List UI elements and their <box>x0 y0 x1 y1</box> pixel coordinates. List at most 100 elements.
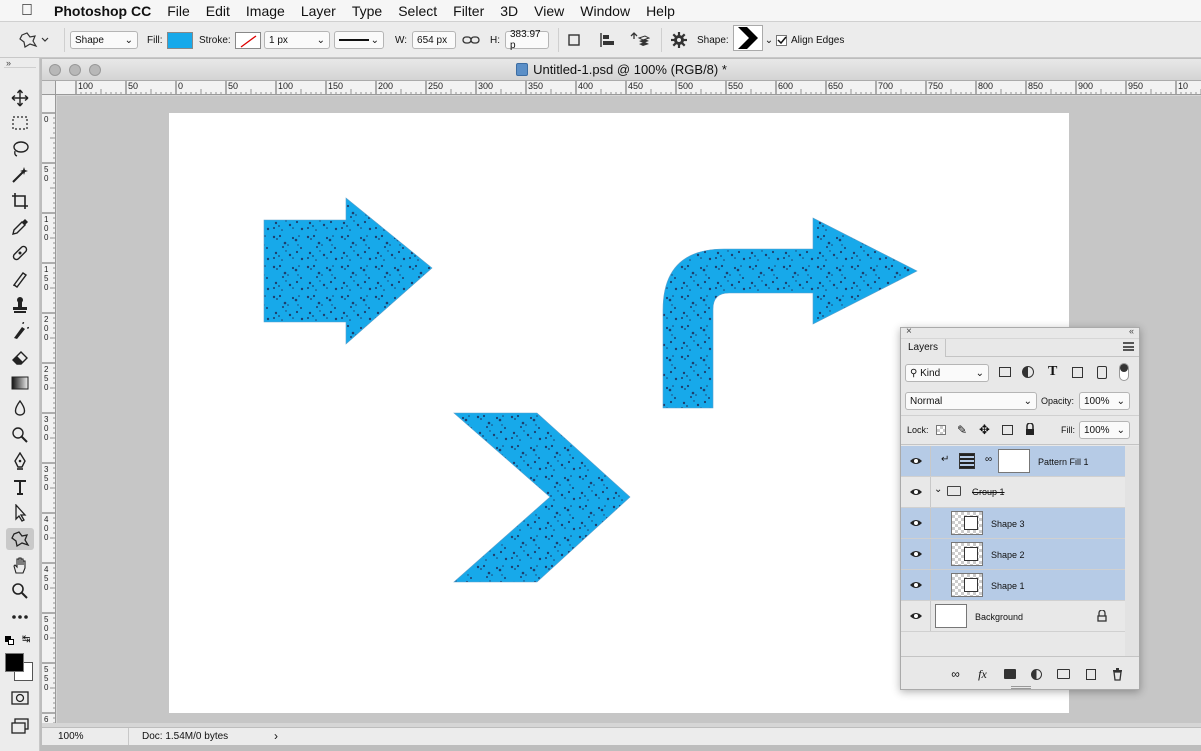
disclosure-triangle-icon[interactable]: ⌄ <box>934 484 942 495</box>
link-icon[interactable] <box>462 30 480 50</box>
turn-arrow-shape[interactable] <box>662 217 918 409</box>
quick-mask-button[interactable] <box>6 687 34 709</box>
menu-layer[interactable]: Layer <box>293 3 344 19</box>
eyedropper-tool[interactable] <box>6 216 34 238</box>
path-arrangement-icon[interactable] <box>630 30 650 50</box>
lock-transparent-pixels-icon[interactable] <box>936 425 946 435</box>
healing-brush-tool[interactable] <box>6 242 34 264</box>
eye-icon[interactable] <box>909 518 923 528</box>
clone-stamp-tool[interactable] <box>6 294 34 316</box>
status-menu-arrow-icon[interactable]: › <box>274 729 278 743</box>
new-layer-button[interactable] <box>1077 664 1104 684</box>
marquee-tool[interactable] <box>6 112 34 134</box>
delete-layer-button[interactable] <box>1104 664 1131 684</box>
apple-icon[interactable]:  <box>0 2 54 20</box>
crop-tool[interactable] <box>6 190 34 212</box>
tool-preset-picker[interactable] <box>18 30 50 50</box>
collapse-panel-icon[interactable]: « <box>1129 326 1134 336</box>
menu-help[interactable]: Help <box>638 3 683 19</box>
blend-mode-select[interactable]: Normal ⌄ <box>905 392 1037 410</box>
lock-position-icon[interactable]: ✥ <box>979 422 990 438</box>
panel-menu-icon[interactable] <box>1123 342 1134 351</box>
eye-icon[interactable] <box>909 611 923 621</box>
layer-row-pattern-fill[interactable]: ↵ ∞ Pattern Fill 1 <box>901 446 1125 477</box>
shape-filter-icon[interactable] <box>1072 367 1083 378</box>
menu-type[interactable]: Type <box>344 3 390 19</box>
gradient-tool[interactable] <box>6 372 34 394</box>
background-thumbnail[interactable] <box>935 604 967 628</box>
eye-icon[interactable] <box>909 487 923 497</box>
menu-window[interactable]: Window <box>572 3 638 19</box>
eye-icon[interactable] <box>909 456 923 466</box>
zoom-tool[interactable] <box>6 580 34 602</box>
default-colors-icon[interactable] <box>5 636 14 645</box>
resize-grip-icon[interactable] <box>1011 686 1031 689</box>
stroke-width-field[interactable]: 1 px ⌄ <box>264 31 330 49</box>
width-input[interactable]: 654 px <box>412 31 457 49</box>
path-selection-tool[interactable] <box>6 502 34 524</box>
horizontal-ruler[interactable]: 100 50 0 50 100 150 200 250 300 350 400 450 500 550 60… <box>56 81 1201 95</box>
type-filter-icon[interactable]: T <box>1048 364 1057 380</box>
eraser-tool[interactable] <box>6 346 34 368</box>
layer-row-shape-1[interactable]: Shape 1 <box>901 570 1125 601</box>
path-alignment-icon[interactable] <box>598 30 616 50</box>
height-input[interactable]: 383.97 p <box>505 29 549 51</box>
layer-row-group[interactable]: ⌄ Group 1 <box>901 477 1125 508</box>
blur-tool[interactable] <box>6 398 34 420</box>
eye-icon[interactable] <box>909 580 923 590</box>
move-tool[interactable] <box>6 87 34 109</box>
history-brush-tool[interactable] <box>6 320 34 342</box>
layer-row-shape-3[interactable]: Shape 3 <box>901 508 1125 539</box>
magic-wand-tool[interactable] <box>6 164 34 186</box>
lock-all-icon[interactable] <box>1025 422 1035 438</box>
link-layers-button[interactable]: ∞ <box>942 664 969 684</box>
menu-file[interactable]: File <box>159 3 198 19</box>
foreground-color-swatch[interactable] <box>5 653 24 672</box>
path-operations-icon[interactable] <box>566 30 582 50</box>
stroke-color-swatch[interactable] <box>234 31 261 49</box>
new-group-button[interactable] <box>1050 664 1077 684</box>
shape-mode-select[interactable]: Shape ⌄ <box>70 31 138 49</box>
shape-picker[interactable]: ⌄ <box>732 25 773 51</box>
layer-row-shape-2[interactable]: Shape 2 <box>901 539 1125 570</box>
chevron-shape[interactable] <box>453 412 631 583</box>
dodge-tool[interactable] <box>6 424 34 446</box>
filter-kind-select[interactable]: ⚲ Kind ⌄ <box>905 364 989 382</box>
lasso-tool[interactable] <box>6 138 34 160</box>
pen-tool[interactable] <box>6 450 34 472</box>
opacity-field[interactable]: 100% ⌄ <box>1079 392 1130 410</box>
ruler-origin[interactable] <box>42 81 56 95</box>
menu-3d[interactable]: 3D <box>492 3 526 19</box>
app-name-menu[interactable]: Photoshop CC <box>54 3 151 19</box>
adjustment-filter-icon[interactable] <box>1022 366 1034 378</box>
lock-image-pixels-icon[interactable]: ✎ <box>957 423 967 437</box>
brush-tool[interactable] <box>6 268 34 290</box>
lock-artboard-icon[interactable] <box>1002 425 1013 435</box>
more-tools[interactable] <box>6 606 34 628</box>
menu-image[interactable]: Image <box>238 3 293 19</box>
add-style-button[interactable]: fx <box>969 664 996 684</box>
layer-mask-thumbnail[interactable] <box>998 449 1030 473</box>
pixel-filter-icon[interactable] <box>999 367 1011 377</box>
menu-view[interactable]: View <box>526 3 572 19</box>
type-tool[interactable] <box>6 476 34 498</box>
close-panel-icon[interactable]: × <box>906 326 912 337</box>
hand-tool[interactable] <box>6 554 34 576</box>
layer-row-background[interactable]: Background <box>901 601 1125 632</box>
fill-color-swatch[interactable] <box>166 31 193 49</box>
menu-edit[interactable]: Edit <box>198 3 238 19</box>
stroke-type-select[interactable]: ⌄ <box>334 31 384 49</box>
smart-object-filter-icon[interactable] <box>1097 366 1107 379</box>
filter-toggle-switch[interactable] <box>1119 363 1129 381</box>
fill-field[interactable]: 100% ⌄ <box>1079 421 1130 439</box>
swap-colors-icon[interactable]: ↹ <box>22 634 30 645</box>
eye-icon[interactable] <box>909 549 923 559</box>
menu-filter[interactable]: Filter <box>445 3 492 19</box>
menu-select[interactable]: Select <box>390 3 445 19</box>
tab-layers[interactable]: Layers <box>901 339 947 357</box>
custom-shape-tool[interactable] <box>6 528 34 550</box>
new-adjustment-button[interactable] <box>1023 664 1050 684</box>
gear-icon[interactable] <box>670 30 688 50</box>
align-edges-checkbox[interactable] <box>776 34 787 46</box>
zoom-level-field[interactable]: 100% <box>58 731 84 742</box>
